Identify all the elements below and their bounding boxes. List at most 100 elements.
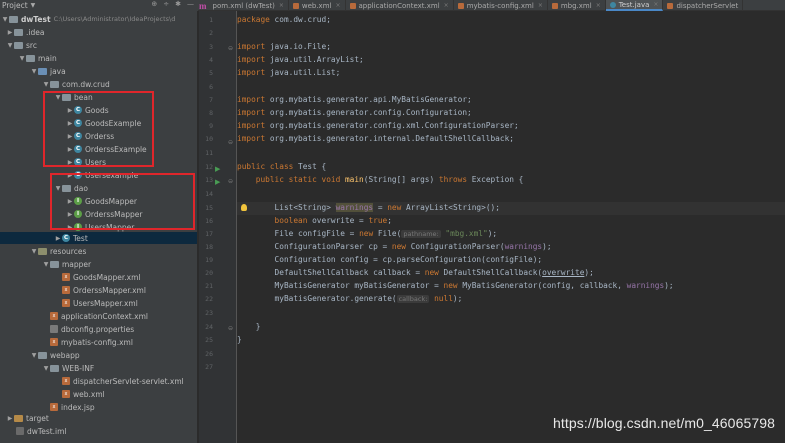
tab-web-xml[interactable]: web.xml × bbox=[289, 0, 346, 11]
close-icon[interactable]: × bbox=[538, 2, 543, 9]
line-number: 23 bbox=[205, 309, 213, 317]
close-icon[interactable]: × bbox=[279, 2, 284, 9]
fold-icon[interactable]: ⊖ bbox=[228, 139, 233, 146]
chevron-down-icon[interactable]: ▼ bbox=[42, 261, 50, 268]
run-icon[interactable]: ▶ bbox=[215, 178, 220, 186]
folder-icon bbox=[26, 54, 35, 62]
tree-item-users-mapper-xml[interactable]: x UsersMapper.xml bbox=[62, 297, 138, 309]
tree-item-main[interactable]: ▼ main bbox=[18, 52, 57, 64]
tree-item-root[interactable]: ▼ dwTest C:\Users\Administrator\IdeaProje… bbox=[1, 13, 176, 25]
tree-item-dwtest-iml[interactable]: dwTest.iml bbox=[16, 425, 67, 437]
tree-item-idea[interactable]: ▶ .idea bbox=[6, 26, 45, 38]
close-icon[interactable]: × bbox=[596, 2, 601, 9]
xml-file-icon: x bbox=[50, 312, 58, 320]
chevron-right-icon[interactable]: ▶ bbox=[6, 29, 14, 36]
folder-icon bbox=[14, 41, 23, 49]
tree-item-index-jsp[interactable]: x index.jsp bbox=[50, 401, 95, 413]
tree-item-java[interactable]: ▼ java bbox=[30, 65, 66, 77]
tab-dispatcher-servlet[interactable]: dispatcherServlet bbox=[663, 0, 744, 11]
chevron-down-icon[interactable]: ▼ bbox=[30, 352, 38, 359]
tree-item-src[interactable]: ▼ src bbox=[6, 39, 37, 51]
collapse-icon[interactable]: ÷ bbox=[163, 0, 169, 8]
tree-item-application-context[interactable]: x applicationContext.xml bbox=[50, 310, 148, 322]
line-number: 1 bbox=[209, 16, 213, 24]
tree-item-label: dwTest.iml bbox=[27, 426, 67, 436]
hide-icon[interactable]: — bbox=[187, 0, 194, 8]
line-number: 6 bbox=[209, 83, 213, 91]
sync-icon[interactable]: ⊕ bbox=[151, 0, 157, 8]
tree-item-goods-mapper-xml[interactable]: x GoodsMapper.xml bbox=[62, 271, 140, 283]
line-number: 5 bbox=[209, 69, 213, 77]
line-number: 19 bbox=[205, 256, 213, 264]
code-line-12: public class Test { bbox=[237, 162, 327, 171]
chevron-down-icon[interactable]: ▼ bbox=[6, 42, 14, 49]
code-line-17: File configFile = new File(pathname: "mb… bbox=[237, 229, 498, 238]
tab-pom-xml[interactable]: pom.xml (dwTest) × bbox=[209, 0, 289, 11]
project-toolbar: ⊕ ÷ ✱ — bbox=[151, 0, 194, 8]
chevron-down-icon[interactable]: ▼ bbox=[42, 365, 50, 372]
tree-item-dbconfig[interactable]: dbconfig.properties bbox=[50, 323, 134, 335]
tree-item-label: java bbox=[50, 66, 66, 76]
tree-item-web-xml[interactable]: x web.xml bbox=[62, 388, 105, 400]
tab-mbg-xml[interactable]: mbg.xml × bbox=[548, 0, 606, 11]
code-editor[interactable]: package com.dw.crud; import java.io.File… bbox=[237, 11, 785, 443]
fold-icon[interactable]: ⊖ bbox=[228, 178, 233, 185]
tree-item-label: WEB-INF bbox=[62, 363, 95, 373]
module-file-icon bbox=[16, 427, 24, 435]
tree-item-mybatis-config[interactable]: x mybatis-config.xml bbox=[50, 336, 133, 348]
tree-item-label: dispatcherServlet-servlet.xml bbox=[73, 376, 184, 386]
jsp-file-icon: x bbox=[50, 403, 58, 411]
chevron-down-icon[interactable]: ▼ bbox=[30, 68, 38, 75]
run-icon[interactable]: ▶ bbox=[215, 165, 220, 173]
folder-icon bbox=[38, 351, 47, 359]
tree-item-label: Test bbox=[73, 233, 88, 243]
tree-item-target[interactable]: ▶ target bbox=[6, 412, 49, 424]
highlight-box-dao bbox=[50, 173, 195, 230]
chevron-down-icon[interactable]: ▼ bbox=[31, 2, 36, 9]
tab-label: web.xml bbox=[301, 1, 332, 10]
project-panel-header[interactable]: Project ▼ ⊕ ÷ ✱ — bbox=[0, 0, 198, 11]
tab-application-context[interactable]: applicationContext.xml × bbox=[346, 0, 454, 11]
tree-item-web-inf[interactable]: ▼ WEB-INF bbox=[42, 362, 94, 374]
chevron-down-icon[interactable]: ▼ bbox=[42, 81, 50, 88]
line-number: 27 bbox=[205, 363, 213, 371]
line-number: 14 bbox=[205, 190, 213, 198]
code-line-22: myBatisGenerator.generate(callback: null… bbox=[237, 294, 463, 303]
fold-icon[interactable]: ⊖ bbox=[228, 325, 233, 332]
code-line-9: import org.mybatis.generator.config.xml.… bbox=[237, 121, 519, 130]
tree-item-dispatcher-servlet[interactable]: x dispatcherServlet-servlet.xml bbox=[62, 375, 184, 387]
chevron-right-icon[interactable]: ▶ bbox=[54, 235, 62, 242]
gear-icon[interactable]: ✱ bbox=[175, 0, 181, 8]
tree-item-orderss-mapper-xml[interactable]: x OrderssMapper.xml bbox=[62, 284, 146, 296]
line-number: 22 bbox=[205, 295, 213, 303]
project-view-label[interactable]: Project bbox=[2, 1, 28, 10]
code-line-4: import java.util.ArrayList; bbox=[237, 55, 364, 64]
xml-file-icon bbox=[667, 2, 674, 9]
fold-icon[interactable]: ⊖ bbox=[228, 45, 233, 52]
tree-item-webapp[interactable]: ▼ webapp bbox=[30, 349, 80, 361]
code-line-15: List<String> warnings = new ArrayList<St… bbox=[237, 203, 500, 212]
chevron-down-icon[interactable]: ▼ bbox=[1, 16, 9, 23]
xml-file-icon: x bbox=[62, 390, 70, 398]
tree-item-resources[interactable]: ▼ resources bbox=[30, 245, 87, 257]
xml-file-icon bbox=[551, 2, 558, 9]
chevron-down-icon[interactable]: ▼ bbox=[30, 248, 38, 255]
chevron-down-icon[interactable]: ▼ bbox=[18, 55, 26, 62]
folder-icon bbox=[50, 260, 59, 268]
tree-item-label: mybatis-config.xml bbox=[61, 337, 133, 347]
tree-item-package[interactable]: ▼ com.dw.crud bbox=[42, 78, 110, 90]
tab-mybatis-config[interactable]: mybatis-config.xml × bbox=[454, 0, 548, 11]
maven-icon: m bbox=[199, 0, 207, 11]
line-number-gutter: ▶ ▶ ⊖ ⊖ ⊖ ⊖ 1 2 3 4 5 6 7 8 9 10 11 12 13 14 15 16 17 18 1… bbox=[199, 11, 237, 443]
close-icon[interactable]: × bbox=[444, 2, 449, 9]
close-icon[interactable]: × bbox=[335, 2, 340, 9]
tab-label: pom.xml (dwTest) bbox=[212, 1, 275, 10]
tree-item-label: target bbox=[26, 413, 49, 423]
tree-item-mapper[interactable]: ▼ mapper bbox=[42, 258, 91, 270]
line-number: 8 bbox=[209, 109, 213, 117]
chevron-right-icon[interactable]: ▶ bbox=[6, 415, 14, 422]
tab-test-java[interactable]: Test.java × bbox=[605, 0, 664, 11]
tree-item-test[interactable]: ▶ C Test bbox=[54, 232, 88, 244]
line-number: 2 bbox=[209, 29, 213, 37]
close-icon[interactable]: × bbox=[653, 1, 658, 8]
